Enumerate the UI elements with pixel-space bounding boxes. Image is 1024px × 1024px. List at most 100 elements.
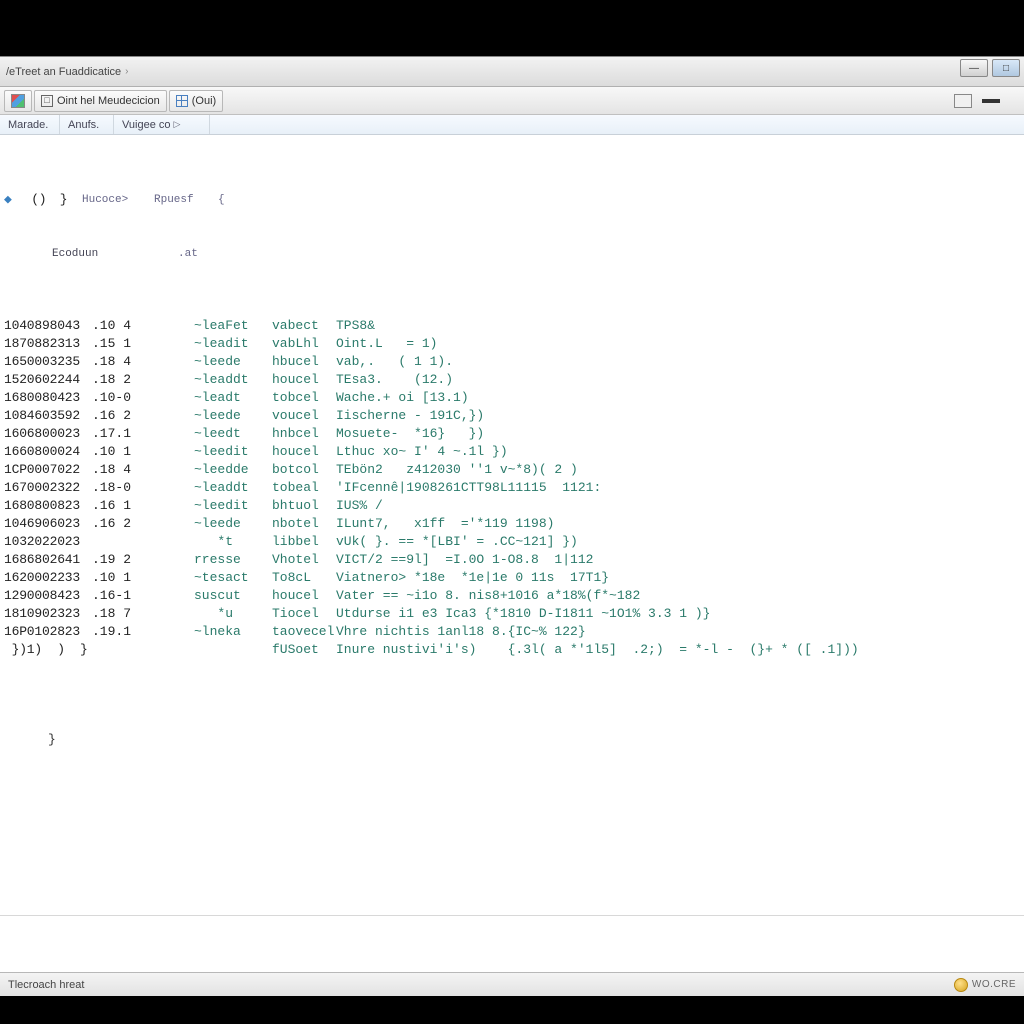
- maximize-button[interactable]: □: [992, 59, 1020, 77]
- row-gap: [136, 389, 194, 407]
- code-row[interactable]: 1040898043.10 4 ~leaFetvabectTPS8&: [4, 317, 1024, 335]
- row-gap: [136, 371, 194, 389]
- row-gap: [136, 443, 194, 461]
- bullet-icon: ◆: [4, 191, 16, 209]
- row-reg: taovecel: [272, 623, 336, 641]
- row-offset: .18-0: [92, 479, 136, 497]
- code-row[interactable]: 1680080423.10-0~leadttobcelWache.+ oi [1…: [4, 389, 1024, 407]
- row-args: IUS% /: [336, 497, 383, 515]
- row-id: 1810902323: [4, 605, 92, 623]
- row-reg: tobcel: [272, 389, 336, 407]
- col-header-2[interactable]: Anufs.: [60, 115, 114, 134]
- row-reg: voucel: [272, 407, 336, 425]
- row-id: 1040898043: [4, 317, 92, 335]
- row-offset: .16 2: [92, 515, 136, 533]
- row-id: })1) ) }: [4, 641, 92, 659]
- row-gap: [136, 479, 194, 497]
- code-row[interactable]: })1) ) } fUSoetInure nustivi'i's) {.3l( …: [4, 641, 1024, 659]
- row-id: 16P0102823: [4, 623, 92, 641]
- col-header-1[interactable]: Marade.: [0, 115, 60, 134]
- row-op: ~tesact: [194, 569, 272, 587]
- code-row[interactable]: 1520602244.18 2~leaddthoucelTEsa3. (12.): [4, 371, 1024, 389]
- row-id: 1606800023: [4, 425, 92, 443]
- row-offset: .19 2: [92, 551, 136, 569]
- code-row[interactable]: 1084603592.16 2~leedevoucelIischerne - 1…: [4, 407, 1024, 425]
- code-row[interactable]: 1650003235.18 4~leedehbucelvab,. ( 1 1).: [4, 353, 1024, 371]
- row-id: 1046906023: [4, 515, 92, 533]
- code-row[interactable]: 1032022023 *tlibbelvUk( }. == *[LBI' = .…: [4, 533, 1024, 551]
- code-row[interactable]: 1680800823.16 1~leeditbhtuolIUS% /: [4, 497, 1024, 515]
- row-id: 1520602244: [4, 371, 92, 389]
- row-id: 1620002233: [4, 569, 92, 587]
- row-id: 1680800823: [4, 497, 92, 515]
- breadcrumb[interactable]: /eTreet an Fuaddicatice ›: [6, 66, 129, 78]
- toolbar-btn-grid[interactable]: (Oui): [169, 90, 223, 112]
- brand-text: WO.CRE: [972, 979, 1016, 990]
- row-reg: houcel: [272, 371, 336, 389]
- window-controls: — □: [960, 59, 1020, 77]
- row-id: 1084603592: [4, 407, 92, 425]
- title-bar[interactable]: /eTreet an Fuaddicatice › — □: [0, 57, 1024, 87]
- row-reg: vabect: [272, 317, 336, 335]
- grid-icon: [176, 95, 188, 107]
- row-reg: tobeal: [272, 479, 336, 497]
- row-reg: houcel: [272, 587, 336, 605]
- code-row[interactable]: 1670002322.18-0~leaddttobeal'IFcennê|190…: [4, 479, 1024, 497]
- brand: WO.CRE: [954, 978, 1016, 992]
- row-offset: [92, 533, 136, 551]
- code-row[interactable]: 1660800024.10 1~leedithoucelLthuc xo~ I'…: [4, 443, 1024, 461]
- row-reg: Tiocel: [272, 605, 336, 623]
- code-row[interactable]: 1046906023.16 2~leedenbotelILunt7, x1ff …: [4, 515, 1024, 533]
- row-gap: [136, 569, 194, 587]
- toolbar-btn-stop[interactable]: Oint hel Meudecicion: [34, 90, 167, 112]
- code-row[interactable]: 1606800023.17.1~leedthnbcelMosuete- *16}…: [4, 425, 1024, 443]
- row-args: vUk( }. == *[LBI' = .CC~121] }): [336, 533, 578, 551]
- row-offset: .10 1: [92, 569, 136, 587]
- code-header-1: ◆ () } Hucoce> Rpuesf {: [4, 191, 1024, 209]
- row-op: ~leedde: [194, 461, 272, 479]
- code-row[interactable]: 1810902323.18 7 *uTiocelUtdurse i1 e3 Ic…: [4, 605, 1024, 623]
- row-reg: hnbcel: [272, 425, 336, 443]
- row-id: 1670002322: [4, 479, 92, 497]
- row-op: *u: [194, 605, 272, 623]
- row-op: ~leede: [194, 353, 272, 371]
- status-bar: Tlecroach hreat WO.CRE: [0, 972, 1024, 996]
- row-gap: [136, 335, 194, 353]
- row-offset: [92, 641, 136, 659]
- row-offset: .10 4: [92, 317, 136, 335]
- row-offset: .18 4: [92, 353, 136, 371]
- row-args: Mosuete- *16} }): [336, 425, 484, 443]
- maximize-icon: □: [1003, 63, 1009, 74]
- row-gap: [136, 587, 194, 605]
- toolbar-btn-app[interactable]: [4, 90, 32, 112]
- row-op: ~leadit: [194, 335, 272, 353]
- code-row[interactable]: 1CP0007022.18 4~leeddebotcolTEbön2 z4120…: [4, 461, 1024, 479]
- col-header-3[interactable]: Vuigee co ▷: [114, 115, 210, 134]
- row-args: Wache.+ oi [13.1): [336, 389, 469, 407]
- code-row[interactable]: 1870882313.15 1~leaditvabLhlOint.L = 1): [4, 335, 1024, 353]
- play-icon: ▷: [174, 119, 181, 130]
- row-args: Viatnero> *18e *1e|1e 0 11s 17T1}: [336, 569, 609, 587]
- code-row[interactable]: 1620002233.10 1~tesactTo8cLViatnero> *18…: [4, 569, 1024, 587]
- row-gap: [136, 461, 194, 479]
- row-op: ~leedit: [194, 497, 272, 515]
- code-row[interactable]: 16P0102823.19.1~lnekataovecelVhre nichti…: [4, 623, 1024, 641]
- row-id: 1290008423: [4, 587, 92, 605]
- toolbar-mini-2[interactable]: [982, 99, 1000, 103]
- row-id: 1032022023: [4, 533, 92, 551]
- row-id: 1686802641: [4, 551, 92, 569]
- row-args: TPS8&: [336, 317, 375, 335]
- row-op: suscut: [194, 587, 272, 605]
- row-gap: [136, 515, 194, 533]
- row-args: Inure nustivi'i's) {.3l( a *'1l5] .2;) =…: [336, 641, 859, 659]
- code-row[interactable]: 1686802641.19 2rresseVhotelVICT/2 ==9l] …: [4, 551, 1024, 569]
- column-header: Marade. Anufs. Vuigee co ▷: [0, 115, 1024, 135]
- row-gap: [136, 425, 194, 443]
- row-op: ~leaFet: [194, 317, 272, 335]
- code-row[interactable]: 1290008423.16-1suscuthoucelVater == ~i1o…: [4, 587, 1024, 605]
- minimize-button[interactable]: —: [960, 59, 988, 77]
- editor-area[interactable]: ◆ () } Hucoce> Rpuesf { Ecoduun .at 1040…: [0, 135, 1024, 972]
- row-gap: [136, 605, 194, 623]
- toolbar-mini-1[interactable]: [954, 94, 972, 108]
- row-offset: .19.1: [92, 623, 136, 641]
